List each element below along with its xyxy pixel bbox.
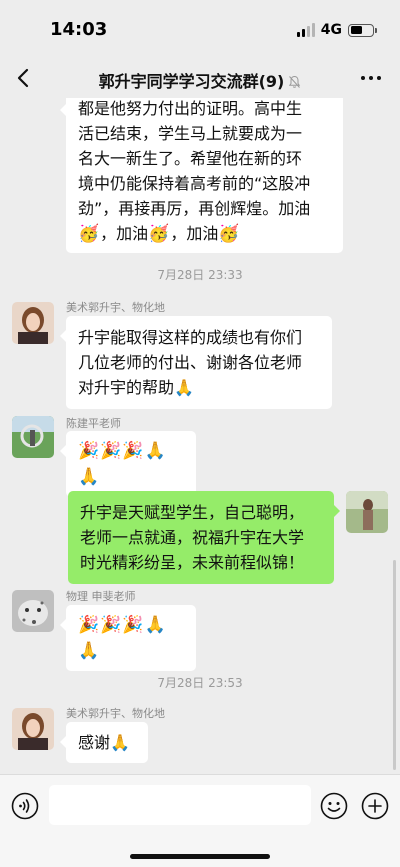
avatar[interactable]: [12, 416, 54, 458]
avatar[interactable]: [12, 302, 54, 344]
chat-title: 郭升宇同学学习交流群(9): [0, 68, 400, 92]
voice-icon[interactable]: [11, 792, 39, 820]
emoji-face-icon[interactable]: [320, 792, 348, 820]
message-text: ，加油: [100, 224, 149, 243]
timestamp: 7月28日 23:53: [157, 676, 243, 690]
message-line: 名大一新生了。希望他在新的环: [78, 149, 303, 168]
chat-title-text: 郭升宇同学学习交流群(9): [98, 72, 285, 91]
chat-header: 郭升宇同学学习交流群(9): [0, 58, 400, 98]
message-emoji-text: 🎉🎉🎉🙏🙏: [78, 615, 167, 661]
status-time: 14:03: [50, 19, 108, 40]
sender-name: 陈建平老师: [66, 417, 121, 430]
message-input[interactable]: [49, 785, 311, 825]
my-avatar[interactable]: [346, 491, 388, 533]
message-line: 老师一点就通，祝福升宇在大学: [80, 528, 305, 547]
message-line: 时光精彩纷呈，未来前程似锦！: [80, 553, 305, 572]
battery-icon: [348, 23, 377, 37]
my-message-bubble[interactable]: 升宇是天赋型学生，自己聪明， 老师一点就通，祝福升宇在大学 时光精彩纷呈，未来前…: [68, 491, 340, 584]
bell-muted-icon: [289, 75, 301, 88]
avatar[interactable]: [12, 708, 54, 750]
sender-name: 物理 申斐老师: [66, 590, 136, 603]
emoji-party-face: 🥳: [148, 224, 171, 244]
status-bar: 14:03 4G: [0, 0, 400, 58]
message-line: 都是他努力付出的证明。高中生: [78, 99, 303, 118]
message-text: ，加油: [170, 224, 219, 243]
message-line: 升宇能取得这样的成绩也有你们: [78, 328, 303, 347]
emoji-party-face: 🥳: [218, 224, 241, 244]
signal-icon: [296, 23, 315, 37]
message-line: 劲”，再接再厉，再创辉煌。加油: [78, 199, 311, 218]
message-emoji-text: 🎉🎉🎉🙏🙏: [78, 441, 167, 487]
network-type: 4G: [320, 22, 342, 38]
message-bubble[interactable]: 都是他努力付出的证明。高中生 活已结束，学生马上就要成为一 名大一新生了。希望他…: [60, 98, 343, 253]
sender-name: 美术郭升宇、物化地: [66, 301, 165, 314]
message-line: 升宇是天赋型学生，自己聪明，: [80, 503, 305, 522]
sender-name: 美术郭升宇、物化地: [66, 707, 165, 720]
more-dots-icon[interactable]: [360, 70, 382, 86]
message-bubble[interactable]: 感谢🙏: [60, 722, 148, 763]
message-list[interactable]: 都是他努力付出的证明。高中生 活已结束，学生马上就要成为一 名大一新生了。希望他…: [0, 98, 400, 774]
message-bubble[interactable]: 🎉🎉🎉🙏🙏: [60, 431, 196, 497]
avatar[interactable]: [12, 590, 54, 632]
home-indicator: [130, 854, 270, 859]
scrollbar[interactable]: [393, 560, 396, 770]
message-line: 几位老师的付出、谢谢各位老师: [78, 353, 303, 372]
message-bubble[interactable]: 升宇能取得这样的成绩也有你们 几位老师的付出、谢谢各位老师 对升宇的帮助🙏: [60, 316, 332, 409]
plus-circle-icon[interactable]: [361, 792, 389, 820]
message-line: 境中仍能保持着高考前的“这股冲: [78, 174, 311, 193]
timestamp: 7月28日 23:33: [157, 268, 243, 282]
message-line: 活已结束，学生马上就要成为一: [78, 124, 303, 143]
status-indicators: 4G: [296, 20, 377, 40]
message-line: 🥳，加油🥳，加油🥳: [78, 221, 331, 247]
message-text: 感谢🙏: [78, 733, 130, 752]
message-line: 对升宇的帮助🙏: [78, 378, 194, 397]
message-bubble[interactable]: 🎉🎉🎉🙏🙏: [60, 605, 196, 671]
emoji-party-face: 🥳: [78, 224, 101, 244]
